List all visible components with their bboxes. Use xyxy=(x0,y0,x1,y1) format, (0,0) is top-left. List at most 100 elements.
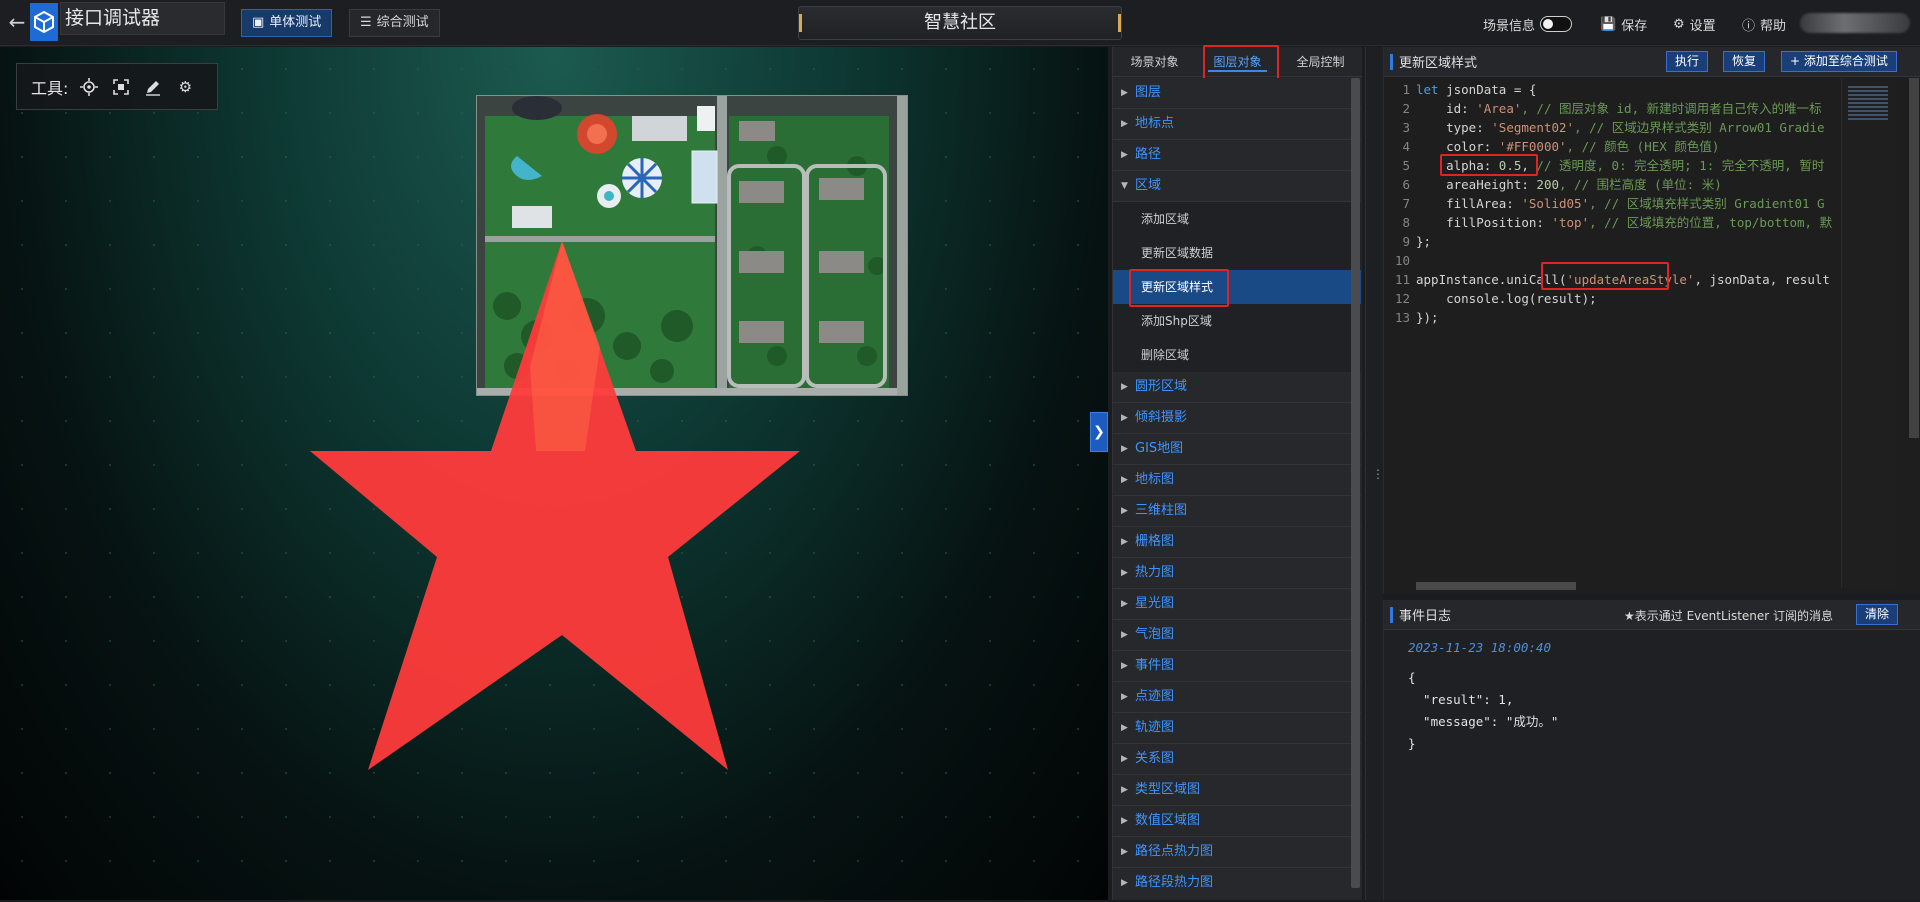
menu-item[interactable]: ▶ 栅格图 xyxy=(1113,527,1361,558)
code-line: areaHeight: 200, // 围栏高度 (单位: 米) xyxy=(1416,177,1722,192)
header-accent xyxy=(1390,53,1393,70)
settings-button[interactable]: ⚙ 设置 xyxy=(1673,14,1716,34)
top-bar: ← 接口调试器 ▣ 单体测试 ☰ 综合测试 智慧社区 场景信息 💾 保存 ⚙ 设… xyxy=(0,0,1920,46)
menu-item[interactable]: ▶ 路径点热力图 xyxy=(1113,837,1361,868)
sub-item-update-area-data[interactable]: 更新区域数据 xyxy=(1113,236,1361,270)
menu-item[interactable]: ▶ 三维柱图 xyxy=(1113,496,1361,527)
sub-item-delete-area[interactable]: 删除区域 xyxy=(1113,338,1361,372)
menu-item[interactable]: ▶ 地标图 xyxy=(1113,465,1361,496)
gears-icon[interactable]: ⚙ xyxy=(174,76,196,98)
tools-label: 工具: xyxy=(31,78,69,98)
save-icon: 💾 xyxy=(1600,16,1617,32)
log-line: } xyxy=(1408,736,1416,751)
caret-right-icon: ▶ xyxy=(1121,506,1128,516)
sub-item-add-area[interactable]: 添加区域 xyxy=(1113,202,1361,236)
code-editor-panel: 更新区域样式 执行 恢复 + 添加至综合测试 1 2 3 4 5 6 7 8 9… xyxy=(1383,47,1920,593)
line-number: 9 xyxy=(1402,234,1410,249)
pen-icon[interactable] xyxy=(142,76,164,98)
caret-right-icon: ▶ xyxy=(1121,599,1128,609)
menu-item[interactable]: ▶ 轨迹图 xyxy=(1113,713,1361,744)
menu-item[interactable]: ▶ 圆形区域 xyxy=(1113,372,1361,403)
toggle-switch[interactable] xyxy=(1540,16,1573,32)
add-to-integration-button[interactable]: + 添加至综合测试 xyxy=(1781,51,1897,72)
menu-item-area[interactable]: ▼ 区域 xyxy=(1113,171,1361,202)
caret-right-icon: ▶ xyxy=(1121,444,1128,454)
tab-scene-objects[interactable]: 场景对象 xyxy=(1113,47,1196,76)
locate-icon[interactable] xyxy=(78,76,100,98)
expand-panel-chevron-icon[interactable]: ❯ xyxy=(1090,412,1108,452)
highlight-box xyxy=(1203,45,1279,81)
caret-right-icon: ▶ xyxy=(1121,847,1128,857)
tab-unit-test[interactable]: ▣ 单体测试 xyxy=(241,9,333,37)
code-line: fillArea: 'Solid05', // 区域填充样式类别 Gradien… xyxy=(1416,196,1825,211)
run-button[interactable]: 执行 xyxy=(1666,51,1709,72)
log-timestamp: 2023-11-23 18:00:40 xyxy=(1408,640,1551,655)
menu-item-label: GIS地图 xyxy=(1135,441,1184,456)
menu-item[interactable]: ▶ 事件图 xyxy=(1113,651,1361,682)
menu-item[interactable]: ▶ 关系图 xyxy=(1113,744,1361,775)
menu-item[interactable]: ▶ 点迹图 xyxy=(1113,682,1361,713)
tab-label: 单体测试 xyxy=(269,15,322,30)
scene-info-toggle[interactable]: 场景信息 xyxy=(1483,14,1573,34)
log-line: "result": 1, xyxy=(1408,692,1514,707)
menu-item[interactable]: ▶ 路径段热力图 xyxy=(1113,868,1361,898)
scene-viewport[interactable]: 工具: ⚙ ❯ xyxy=(0,47,1108,900)
log-panel-title: 事件日志 xyxy=(1399,609,1452,624)
code-vertical-scrollbar[interactable] xyxy=(1909,78,1919,438)
save-button[interactable]: 💾 保存 xyxy=(1600,14,1647,34)
back-arrow-icon[interactable]: ← xyxy=(6,10,28,34)
gear-icon: ⚙ xyxy=(1673,16,1685,32)
menu-item-label: 圆形区域 xyxy=(1135,379,1188,394)
sub-item-add-shp-area[interactable]: 添加Shp区域 xyxy=(1113,304,1361,338)
menu-item[interactable]: ▶ 数值区域图 xyxy=(1113,806,1361,837)
menu-item-label: 倾斜摄影 xyxy=(1135,410,1188,425)
menu-scrollbar[interactable] xyxy=(1351,78,1360,888)
caret-down-icon: ▼ xyxy=(1121,181,1128,191)
menu-item-path[interactable]: ▶ 路径 xyxy=(1113,140,1361,171)
code-panel-header: 更新区域样式 执行 恢复 + 添加至综合测试 xyxy=(1384,47,1920,77)
menu-item-landmark[interactable]: ▶ 地标点 xyxy=(1113,109,1361,140)
save-label: 保存 xyxy=(1621,18,1648,34)
code-editor[interactable]: 1 2 3 4 5 6 7 8 9 10 11 12 13 let jsonDa… xyxy=(1384,78,1839,588)
caret-right-icon: ▶ xyxy=(1121,816,1128,826)
code-line: }; xyxy=(1416,234,1432,249)
code-horizontal-scrollbar[interactable] xyxy=(1416,582,1576,590)
menu-item-label: 关系图 xyxy=(1135,751,1175,766)
menu-item[interactable]: ▶ 类型区域图 xyxy=(1113,775,1361,806)
code-minimap[interactable] xyxy=(1841,78,1897,588)
menu-item[interactable]: ▶ 星光图 xyxy=(1113,589,1361,620)
menu-item-label: 点迹图 xyxy=(1135,689,1175,704)
menu-item[interactable]: ▶ 热力图 xyxy=(1113,558,1361,589)
caret-right-icon: ▶ xyxy=(1121,723,1128,733)
screenshot-icon[interactable] xyxy=(110,76,132,98)
line-number: 13 xyxy=(1394,310,1410,325)
tab-integration-test[interactable]: ☰ 综合测试 xyxy=(349,9,440,37)
help-icon: ⓘ xyxy=(1742,18,1756,34)
code-line: fillPosition: 'top', // 区域填充的位置, top/bot… xyxy=(1416,215,1833,230)
caret-right-icon: ▶ xyxy=(1121,661,1128,671)
scene-title: 智慧社区 xyxy=(798,6,1122,40)
minimap-preview xyxy=(1848,86,1888,120)
menu-item[interactable]: ▶ GIS地图 xyxy=(1113,434,1361,465)
menu-item-label: 轨迹图 xyxy=(1135,720,1175,735)
clear-button[interactable]: 清除 xyxy=(1856,604,1899,625)
caret-right-icon: ▶ xyxy=(1121,413,1128,423)
menu-item-label: 热力图 xyxy=(1135,565,1175,580)
header-accent xyxy=(1390,606,1393,623)
layers-icon: ☰ xyxy=(360,15,372,30)
caret-right-icon: ▶ xyxy=(1121,754,1128,764)
tab-global-control[interactable]: 全局控制 xyxy=(1279,47,1362,76)
api-menu-panel: 场景对象 图层对象 全局控制 ▶ 图层 ▶ 地标点 ▶ 路径 ▼ 区域 添加区域 更新区… xyxy=(1112,45,1362,900)
help-button[interactable]: ⓘ 帮助 xyxy=(1742,14,1786,34)
menu-item[interactable]: ▶ 气泡图 xyxy=(1113,620,1361,651)
avatar[interactable] xyxy=(1800,13,1910,33)
area-overlay-star xyxy=(310,241,800,770)
line-number: 3 xyxy=(1402,120,1410,135)
caret-right-icon: ▶ xyxy=(1121,475,1128,485)
caret-right-icon: ▶ xyxy=(1121,150,1128,160)
menu-item-layer[interactable]: ▶ 图层 xyxy=(1113,78,1361,109)
reset-button[interactable]: 恢复 xyxy=(1723,51,1766,72)
caret-right-icon: ▶ xyxy=(1121,382,1128,392)
panel-splitter[interactable]: ⋮ xyxy=(1365,47,1384,900)
menu-item[interactable]: ▶ 倾斜摄影 xyxy=(1113,403,1361,434)
